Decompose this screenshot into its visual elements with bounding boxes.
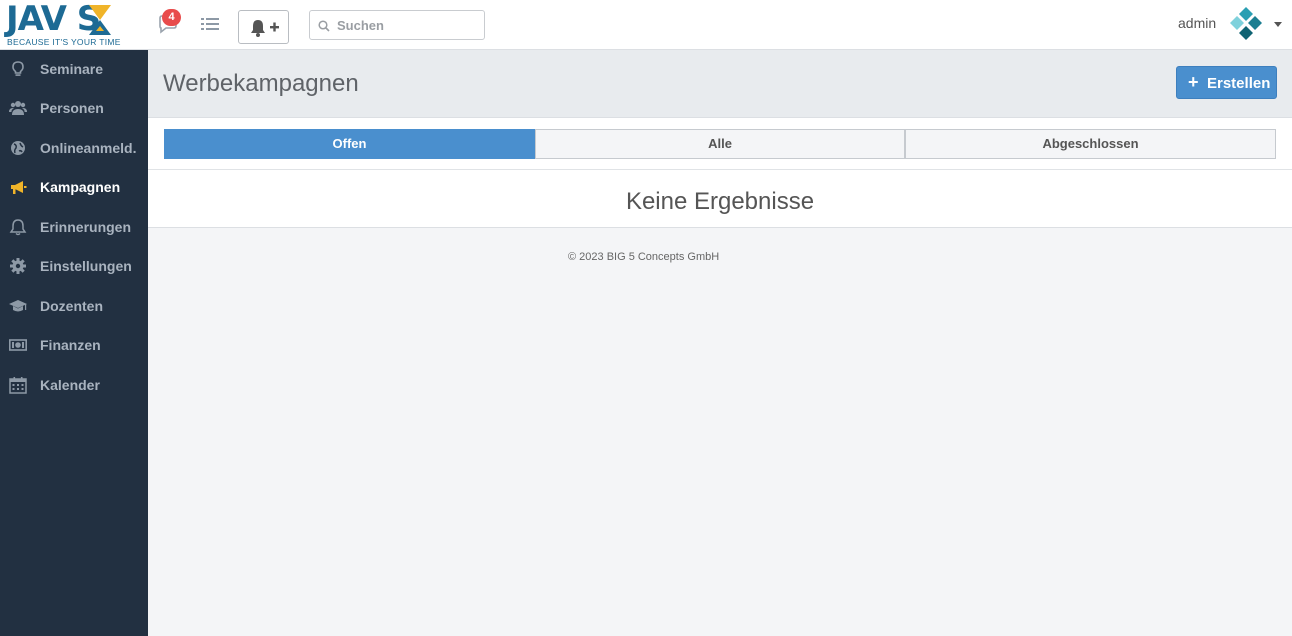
globe-icon — [11, 141, 25, 155]
filter-tabs: Offen Alle Abgeschlossen — [148, 118, 1292, 170]
gear-icon — [10, 258, 26, 274]
calendar-icon — [9, 377, 27, 394]
tab-abgeschlossen[interactable]: Abgeschlossen — [905, 129, 1276, 159]
sidebar-item-kalender[interactable]: Kalender — [0, 366, 148, 405]
page-title: Werbekampagnen — [163, 70, 359, 97]
user-avatar-logo[interactable] — [1227, 6, 1265, 44]
logo-tagline: BECAUSE IT'S YOUR TIME — [7, 37, 121, 47]
sidebar-item-einstellungen[interactable]: Einstellungen — [0, 247, 148, 286]
sidebar-item-label: Einstellungen — [40, 258, 132, 274]
bell-plus-icon — [251, 20, 279, 37]
bell-icon — [9, 219, 27, 236]
add-reminder-button[interactable] — [238, 10, 289, 44]
sidebar: Seminare Personen Onlineanmeld. Kampagne… — [0, 50, 148, 636]
sidebar-item-label: Erinnerungen — [40, 219, 132, 235]
sidebar-item-finanzen[interactable]: Finanzen — [0, 326, 148, 365]
sidebar-item-personen[interactable]: Personen — [0, 89, 148, 128]
sidebar-item-label: Kalender — [40, 377, 100, 393]
user-name[interactable]: admin — [1178, 15, 1216, 31]
copyright-text: © 2023 BIG 5 Concepts GmbH — [568, 251, 720, 263]
create-button-label: Erstellen — [1207, 75, 1271, 92]
sidebar-item-label: Finanzen — [40, 337, 101, 353]
sidebar-item-seminare[interactable]: Seminare — [0, 50, 148, 89]
money-icon — [9, 339, 27, 351]
search-icon — [318, 20, 330, 32]
plus-icon: + — [1188, 72, 1199, 92]
create-campaign-button[interactable]: + Erstellen — [1176, 66, 1277, 99]
megaphone-icon — [11, 181, 27, 194]
notification-count-badge: 4 — [162, 9, 181, 26]
sidebar-item-erinnerungen[interactable]: Erinnerungen — [0, 208, 148, 247]
sidebar-item-label: Personen — [40, 100, 104, 116]
results-panel: Keine Ergebnisse — [148, 170, 1292, 228]
search-input[interactable] — [337, 15, 477, 35]
sidebar-item-label: Dozenten — [40, 298, 103, 314]
hourglass-icon — [89, 5, 111, 35]
list-icon[interactable] — [200, 15, 220, 33]
sidebar-item-kampagnen[interactable]: Kampagnen — [0, 168, 148, 207]
sidebar-item-onlineanmeld[interactable]: Onlineanmeld. — [0, 129, 148, 168]
users-icon — [9, 101, 27, 115]
sidebar-item-label: Seminare — [40, 61, 104, 77]
lightbulb-icon — [12, 61, 24, 76]
page-header: Werbekampagnen + Erstellen — [148, 50, 1292, 118]
chevron-down-icon[interactable] — [1274, 22, 1282, 27]
tab-offen[interactable]: Offen — [164, 129, 535, 159]
tab-alle[interactable]: Alle — [535, 129, 905, 159]
sidebar-item-dozenten[interactable]: Dozenten — [0, 287, 148, 326]
empty-state-message: Keine Ergebnisse — [625, 188, 815, 215]
sidebar-item-label: Onlineanmeld. — [40, 140, 137, 156]
search-box — [309, 10, 485, 40]
graduation-cap-icon — [9, 300, 27, 312]
sidebar-item-label: Kampagnen — [40, 179, 121, 195]
top-bar: JAV S BECAUSE IT'S YOUR TIME 4 admin — [0, 0, 1292, 50]
javis-logo[interactable]: JAV S BECAUSE IT'S YOUR TIME — [0, 0, 148, 50]
